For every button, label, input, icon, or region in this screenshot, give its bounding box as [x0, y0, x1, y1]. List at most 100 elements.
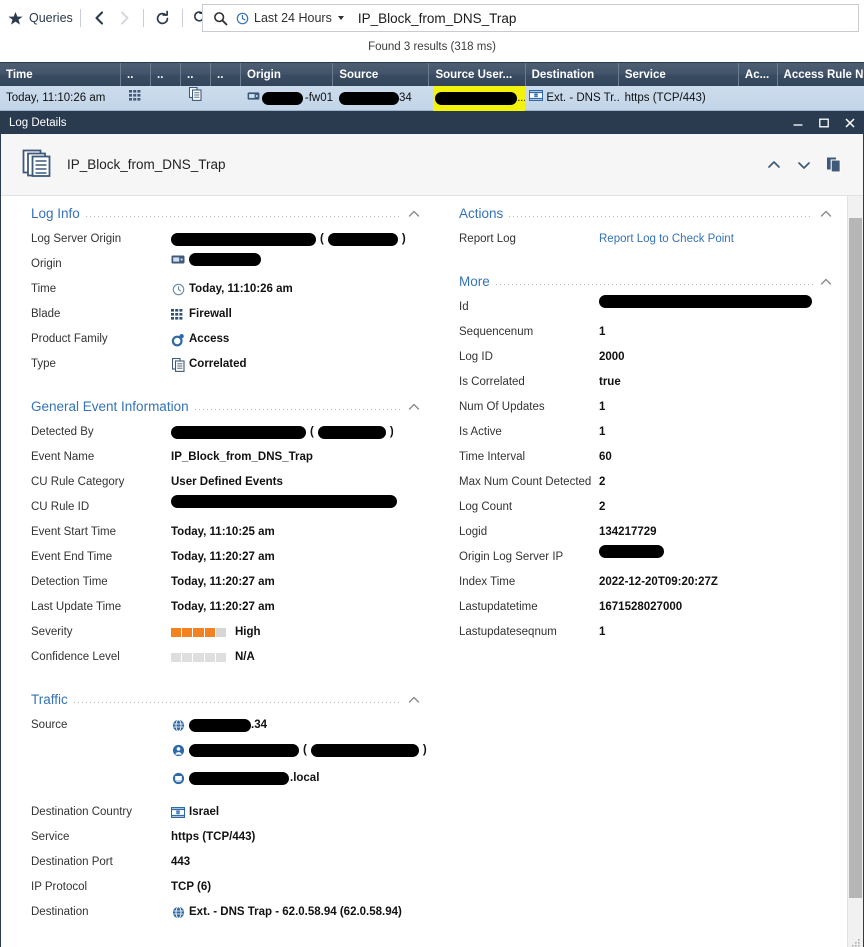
field-value: 1 — [599, 626, 606, 638]
log-details-window: Log Details IP_Block_from_DNS_Trap Log I… — [0, 111, 864, 947]
field-value: 1 — [599, 401, 606, 413]
maximize-button[interactable] — [811, 112, 837, 134]
section-header-more[interactable]: More — [459, 274, 833, 289]
field-value: High — [235, 626, 261, 638]
field-value-wrap: Access — [171, 327, 229, 352]
back-button[interactable] — [88, 6, 112, 30]
forward-button[interactable] — [112, 6, 136, 30]
field-label: Index Time — [459, 576, 516, 588]
field-severity: Severity High — [31, 620, 435, 645]
section-header-actions[interactable]: Actions — [459, 206, 833, 221]
field-value-wrap: Ext. - DNS Trap - 62.0.58.94 (62.0.58.94… — [171, 900, 402, 925]
left-column: Log Info Log Server Origin ( ) Origin Ti… — [1, 196, 435, 947]
report-log-link[interactable]: Report Log to Check Point — [599, 227, 734, 252]
chevron-up-icon[interactable] — [407, 693, 421, 707]
previous-log-button[interactable] — [759, 150, 789, 180]
vertical-scrollbar[interactable] — [847, 196, 863, 947]
star-icon — [6, 9, 24, 27]
field-value: Israel — [189, 806, 220, 818]
field-value: 1 — [599, 326, 606, 338]
field-value: ( ) — [171, 227, 406, 252]
field-value: Ext. - DNS Trap - 62.0.58.94 (62.0.58.94… — [189, 906, 402, 918]
redaction-bar — [189, 252, 261, 266]
paren-close: ) — [422, 744, 427, 756]
refresh-button[interactable] — [151, 6, 175, 30]
origin-redacted — [261, 92, 303, 105]
field-value-wrap: High — [171, 620, 261, 645]
field-value: N/A — [235, 651, 255, 663]
time-range-selector[interactable]: Last 24 Hours — [235, 11, 344, 26]
field-detection-time: Detection Time Today, 11:20:27 am — [31, 570, 435, 595]
field-value: 2 — [599, 501, 606, 513]
field-detected-by: Detected By ( ) — [31, 420, 435, 445]
field-label: Product Family — [31, 333, 108, 345]
field-value-wrap: Today, 11:10:26 am — [171, 277, 293, 302]
copy-button[interactable] — [819, 150, 849, 180]
chevron-up-icon[interactable] — [819, 207, 833, 221]
field-source-user: ( ) — [31, 738, 435, 766]
field-value-wrap: Correlated — [171, 352, 247, 377]
cell-grid-icon[interactable] — [121, 86, 151, 111]
chevron-up-icon[interactable] — [407, 400, 421, 414]
section-header-general-event-information[interactable]: General Event Information — [31, 399, 421, 414]
field-cu-rule-category: CU Rule Category User Defined Events — [31, 470, 435, 495]
column-header-icon-1[interactable]: .. — [121, 63, 152, 87]
next-log-button[interactable] — [789, 150, 819, 180]
field-num-of-updates: Num Of Updates 1 — [459, 395, 847, 420]
column-header-icon-4[interactable]: .. — [211, 63, 242, 87]
chevron-up-icon[interactable] — [819, 275, 833, 289]
column-header-destination[interactable]: Destination — [526, 63, 619, 87]
column-header-icon-2[interactable]: .. — [151, 63, 182, 87]
search-input[interactable]: IP_Block_from_DNS_Trap — [358, 11, 517, 26]
minimize-button[interactable] — [785, 112, 811, 134]
field-label: Lastupdateseqnum — [459, 626, 557, 638]
origin-suffix: -fw01 — [304, 92, 333, 104]
scrollbar-thumb[interactable] — [849, 218, 862, 898]
column-header-action[interactable]: Ac... — [739, 63, 778, 87]
cell-blank-2 — [211, 86, 241, 111]
resize-grip[interactable] — [851, 935, 861, 947]
gateway-icon — [171, 252, 185, 266]
column-header-icon-3[interactable]: .. — [181, 63, 212, 87]
severity-meter — [171, 628, 226, 637]
column-header-time[interactable]: Time — [0, 63, 122, 87]
israel-flag-icon — [171, 806, 185, 820]
field-value: ( ) — [171, 738, 427, 763]
cell-copy-icon[interactable] — [181, 86, 211, 111]
column-header-service[interactable]: Service — [619, 63, 739, 87]
chevron-up-icon[interactable] — [407, 207, 421, 221]
section-header-log-info[interactable]: Log Info — [31, 206, 421, 221]
column-header-access-rule-name[interactable]: Access Rule N. — [778, 63, 864, 87]
field-log-id: Log ID 2000 — [459, 345, 847, 370]
source-suffix: .34 — [251, 719, 267, 731]
close-button[interactable] — [837, 112, 863, 134]
column-header-source[interactable]: Source — [333, 63, 430, 87]
field-value: 2 — [599, 476, 606, 488]
section-header-traffic[interactable]: Traffic — [31, 692, 421, 707]
table-row[interactable]: Today, 11:10:26 am -fw01 34 .. Ext. - DN… — [0, 86, 864, 111]
window-title-bar[interactable]: Log Details — [1, 112, 863, 134]
rows-log-info: Log Server Origin ( ) Origin Time Today,… — [31, 227, 435, 377]
cell-source-user: ... — [429, 86, 526, 111]
column-header-origin[interactable]: Origin — [241, 63, 334, 87]
correlated-icon — [171, 357, 185, 372]
chevron-down-icon[interactable] — [337, 16, 344, 20]
section-dots — [85, 216, 401, 217]
field-label: Detection Time — [31, 576, 108, 588]
field-value: Today, 11:20:27 am — [171, 551, 275, 563]
source-user-redacted — [435, 92, 518, 105]
field-label: Destination — [31, 906, 89, 918]
column-header-source-user[interactable]: Source User... — [429, 63, 526, 87]
queries-button[interactable]: Queries — [6, 9, 73, 27]
field-label: Log Count — [459, 501, 513, 513]
field-value: 443 — [171, 856, 191, 868]
source-user-ellipsis: ... — [517, 92, 525, 104]
results-status: Found 3 results (318 ms) — [0, 36, 864, 59]
section-dots — [73, 702, 401, 703]
field-label: Origin — [31, 258, 62, 270]
field-lastupdateseqnum: Lastupdateseqnum 1 — [459, 620, 847, 645]
field-destination: Destination Ext. - DNS Trap - 62.0.58.94… — [31, 900, 435, 925]
search-bar[interactable]: Last 24 Hours IP_Block_from_DNS_Trap — [202, 4, 859, 32]
rows-general-event-information: Detected By ( ) Event Name IP_Block_from… — [31, 420, 435, 670]
